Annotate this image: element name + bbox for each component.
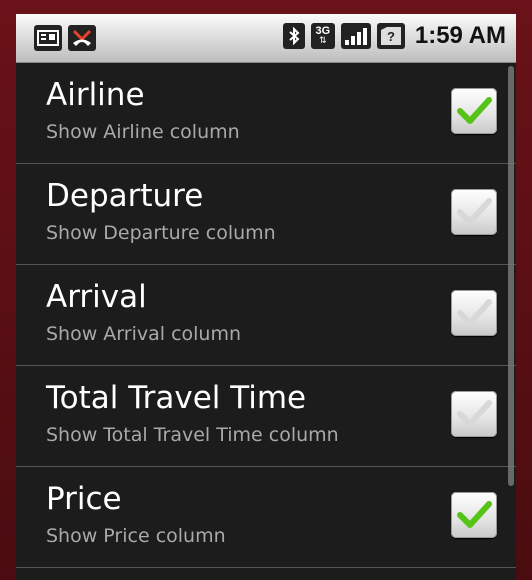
preference-summary: Show Price column [46, 525, 226, 547]
preference-summary: Show Airline column [46, 121, 240, 143]
signal-strength-icon [340, 23, 371, 49]
preference-title: Arrival [46, 279, 147, 315]
preference-title: Price [46, 481, 122, 517]
phone-screen: 3G ⇅ ? 1:59 AM Airline Show Airline colu… [16, 14, 516, 580]
total-travel-time-checkbox[interactable] [451, 391, 497, 437]
scrollbar[interactable] [508, 66, 514, 486]
airline-checkbox[interactable] [451, 88, 497, 134]
preference-title: Total Travel Time [46, 380, 307, 416]
preference-summary: Show Arrival column [46, 323, 242, 345]
preference-price[interactable]: Price Show Price column [16, 467, 516, 568]
preference-title: Airline [46, 77, 145, 113]
price-checkbox[interactable] [451, 492, 497, 538]
preference-summary: Show Total Travel Time column [46, 424, 339, 446]
device-frame: 3G ⇅ ? 1:59 AM Airline Show Airline colu… [0, 0, 532, 580]
arrival-checkbox[interactable] [451, 290, 497, 336]
preference-summary: Show Departure column [46, 222, 276, 244]
clock: 1:59 AM [414, 22, 506, 49]
preference-title: Departure [46, 178, 204, 214]
preference-total-travel-time[interactable]: Total Travel Time Show Total Travel Time… [16, 366, 516, 467]
network-3g-icon: 3G ⇅ [310, 23, 335, 49]
bluetooth-icon [282, 23, 305, 49]
preference-arrival[interactable]: Arrival Show Arrival column [16, 265, 516, 366]
keyboard-notification-icon [34, 25, 62, 51]
preference-airline[interactable]: Airline Show Airline column [16, 63, 516, 164]
sim-unknown-icon: ? [376, 23, 405, 49]
preference-departure[interactable]: Departure Show Departure column [16, 164, 516, 265]
departure-checkbox[interactable] [451, 189, 497, 235]
svg-text:?: ? [387, 29, 395, 44]
preference-list: Airline Show Airline column Departure Sh… [16, 63, 516, 568]
status-bar: 3G ⇅ ? 1:59 AM [16, 14, 516, 63]
missed-call-icon [68, 25, 96, 51]
